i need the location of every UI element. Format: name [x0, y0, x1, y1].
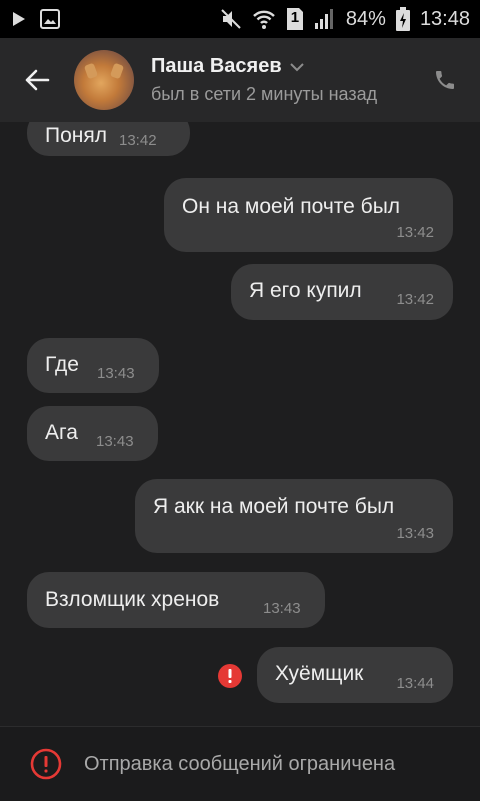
message-bubble-incoming[interactable]: Взломщик хренов 13:43 [27, 572, 325, 628]
message-bubble-outgoing[interactable]: Я его купил 13:42 [231, 264, 453, 320]
message-bubble-incoming[interactable]: Ага 13:43 [27, 406, 158, 461]
message-bubble-incoming[interactable]: Понял 13:42 [27, 122, 190, 156]
image-icon [40, 9, 60, 29]
alert-circle-icon [30, 748, 62, 780]
send-failed-icon[interactable] [218, 664, 242, 693]
message-text: Понял [45, 124, 107, 147]
message-time: 13:43 [97, 365, 135, 382]
message-bubble-outgoing[interactable]: Он на моей почте был 13:42 [164, 178, 453, 252]
phone-icon [436, 71, 454, 89]
message-text: Я акк на моей почте был [153, 495, 395, 518]
message-bubble-outgoing[interactable]: Хуёмщик 13:44 [257, 647, 453, 703]
message-text: Где [45, 353, 79, 376]
messaging-restricted-bar: Отправка сообщений ограничена [0, 726, 480, 801]
sim-icon: 1 [286, 7, 304, 31]
message-time: 13:43 [263, 600, 301, 617]
clock: 13:48 [419, 7, 470, 30]
contact-info[interactable]: Паша Васяев был в сети 2 минуты назад [151, 55, 409, 105]
message-time: 13:43 [96, 433, 134, 450]
sim-number: 1 [290, 9, 300, 26]
mute-icon [220, 8, 242, 30]
back-arrow-icon [25, 69, 50, 91]
message-text: Хуёмщик [275, 662, 364, 685]
message-text: Он на моей почте был [182, 195, 401, 218]
avatar[interactable] [74, 50, 134, 110]
message-time: 13:42 [396, 291, 434, 308]
message-text: Взломщик хренов [45, 588, 220, 611]
chat-header: Паша Васяев был в сети 2 минуты назад [0, 38, 480, 122]
message-bubble-outgoing[interactable]: Я акк на моей почте был 13:43 [135, 479, 453, 553]
back-button[interactable] [0, 38, 74, 122]
call-button[interactable] [410, 38, 480, 122]
contact-name: Паша Васяев [151, 55, 282, 77]
message-time: 13:42 [396, 224, 434, 241]
restriction-text: Отправка сообщений ограничена [84, 752, 396, 775]
message-time: 13:42 [119, 131, 157, 149]
signal-icon [314, 8, 336, 30]
battery-percent: 84% [345, 7, 386, 30]
play-icon [12, 11, 26, 27]
message-bubble-incoming[interactable]: Где 13:43 [27, 338, 159, 393]
status-bar: 1 84% 13:48 [0, 0, 480, 38]
message-text: Ага [45, 421, 78, 444]
chevron-down-icon [289, 62, 304, 71]
message-text: Я его купил [249, 279, 362, 302]
message-time: 13:44 [396, 675, 434, 692]
battery-icon [395, 7, 410, 31]
contact-status: был в сети 2 минуты назад [151, 84, 378, 104]
wifi-icon [252, 8, 276, 30]
message-list[interactable]: Понял 13:42 Он на моей почте был 13:42 Я… [0, 122, 480, 726]
message-time: 13:43 [396, 525, 434, 542]
